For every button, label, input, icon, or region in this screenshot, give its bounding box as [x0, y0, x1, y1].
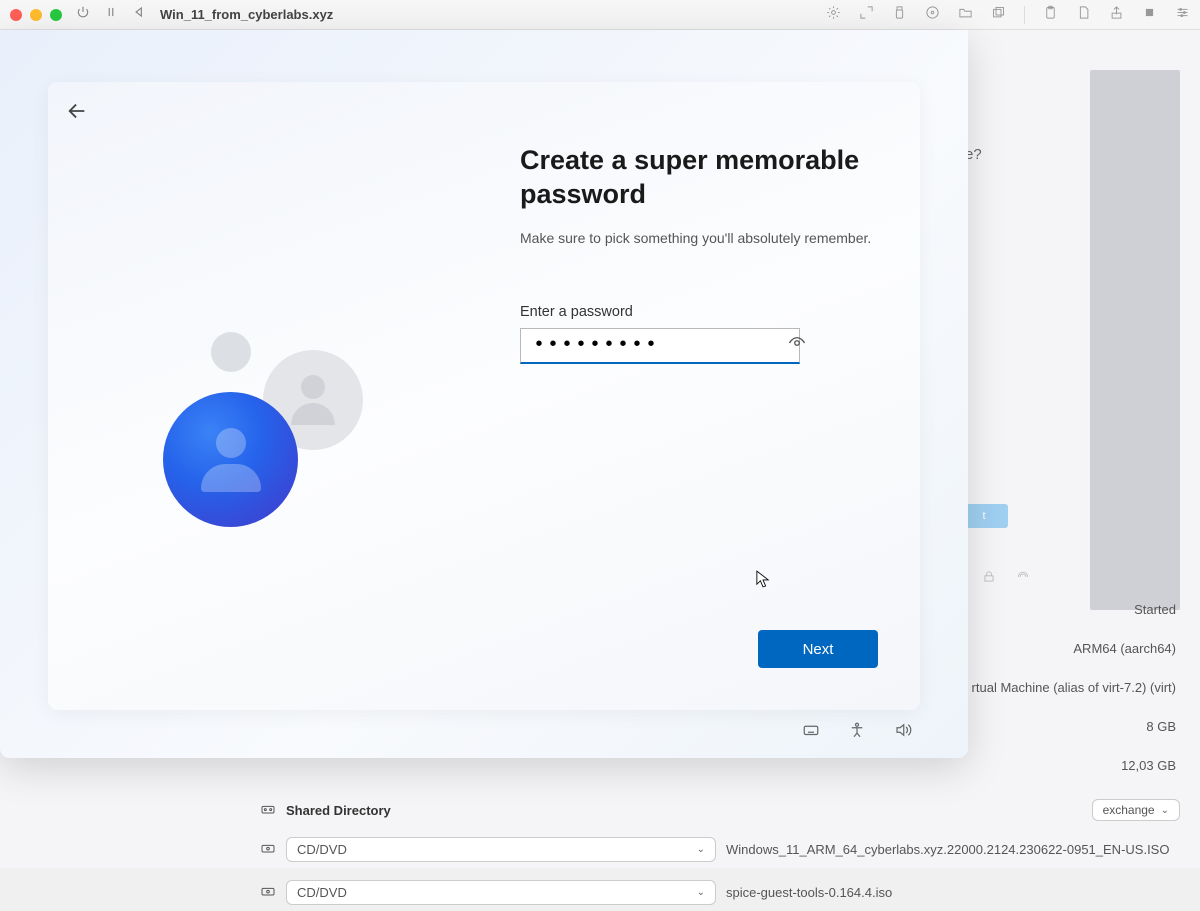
page-subtitle: Make sure to pick something you'll absol…	[520, 230, 880, 246]
oobe-card: Create a super memorable password Make s…	[48, 82, 920, 710]
pause-icon[interactable]	[104, 5, 118, 24]
disc-drive-icon	[260, 883, 276, 902]
cd-dvd-select-2[interactable]: CD/DVD ⌄	[286, 880, 716, 905]
shared-directory-dropdown[interactable]: exchange ⌄	[1092, 799, 1180, 821]
brightness-icon[interactable]	[826, 5, 841, 25]
keyboard-icon[interactable]	[802, 721, 820, 744]
person-silhouette-icon	[291, 375, 335, 425]
vm-guest-window: Create a super memorable password Make s…	[0, 30, 968, 758]
password-input-wrap	[520, 328, 800, 364]
windows-overlap-icon[interactable]	[991, 5, 1006, 25]
cd-dvd-value-1: Windows_11_ARM_64_cyberlabs.xyz.22000.21…	[726, 842, 1169, 857]
folder-icon[interactable]	[958, 5, 973, 25]
chevron-down-icon: ⌄	[1161, 805, 1169, 816]
small-gray-circle	[211, 332, 251, 372]
vm-status: Started	[1134, 602, 1176, 617]
disc-drive-icon	[260, 840, 276, 859]
chevron-down-icon: ⌄	[697, 887, 705, 898]
oobe-bottom-icons	[802, 721, 912, 744]
cd-dvd-value-2: spice-guest-tools-0.164.4.iso	[726, 885, 892, 900]
volume-icon[interactable]	[894, 721, 912, 744]
back-triangle-icon[interactable]	[132, 5, 146, 24]
user-illustration	[163, 332, 403, 572]
vm-title: Win_11_from_cyberlabs.xyz	[160, 7, 333, 22]
close-window-button[interactable]	[10, 9, 22, 21]
shared-directory-label: Shared Directory	[286, 803, 391, 818]
vm-machine: rtual Machine (alias of virt-7.2) (virt)	[972, 680, 1176, 695]
host-left-icons	[76, 5, 146, 24]
shared-directory-row: Shared Directory exchange ⌄	[260, 795, 1180, 825]
vm-disk: 12,03 GB	[1121, 758, 1176, 773]
oobe-content: Create a super memorable password Make s…	[520, 144, 880, 364]
clipboard-icon[interactable]	[1043, 5, 1058, 25]
share-icon[interactable]	[1109, 5, 1124, 25]
password-field-label: Enter a password	[520, 304, 880, 320]
expand-icon[interactable]	[859, 5, 874, 25]
partial-bg-tray	[982, 570, 1030, 584]
stop-icon[interactable]	[1142, 5, 1157, 25]
accessibility-icon[interactable]	[848, 721, 866, 744]
usb-icon[interactable]	[892, 5, 907, 25]
blue-avatar-circle	[163, 392, 298, 527]
vm-memory: 8 GB	[1146, 719, 1176, 734]
chevron-down-icon: ⌄	[697, 844, 705, 855]
disc-icon[interactable]	[925, 5, 940, 25]
fullscreen-window-button[interactable]	[50, 9, 62, 21]
minimize-window-button[interactable]	[30, 9, 42, 21]
shared-folder-icon	[260, 801, 276, 820]
cd-dvd-row-2: CD/DVD ⌄ spice-guest-tools-0.164.4.iso	[260, 874, 1180, 911]
person-silhouette-icon	[201, 428, 261, 492]
back-button[interactable]	[66, 100, 88, 127]
host-toolbar: Win_11_from_cyberlabs.xyz	[0, 0, 1200, 30]
toolbar-separator	[1024, 6, 1025, 24]
power-icon[interactable]	[76, 5, 90, 24]
vm-arch: ARM64 (aarch64)	[1073, 641, 1176, 656]
document-icon[interactable]	[1076, 5, 1091, 25]
page-title: Create a super memorable password	[520, 144, 880, 212]
cd-dvd-row-1: CD/DVD ⌄ Windows_11_ARM_64_cyberlabs.xyz…	[260, 831, 1180, 868]
sliders-icon[interactable]	[1175, 5, 1190, 25]
host-right-icons	[826, 5, 1190, 25]
password-input[interactable]	[533, 334, 786, 357]
reveal-password-button[interactable]	[786, 332, 808, 359]
next-button[interactable]: Next	[758, 630, 878, 668]
host-preview-panel	[1090, 70, 1180, 610]
cd-dvd-select-1[interactable]: CD/DVD ⌄	[286, 837, 716, 862]
window-controls	[10, 9, 62, 21]
